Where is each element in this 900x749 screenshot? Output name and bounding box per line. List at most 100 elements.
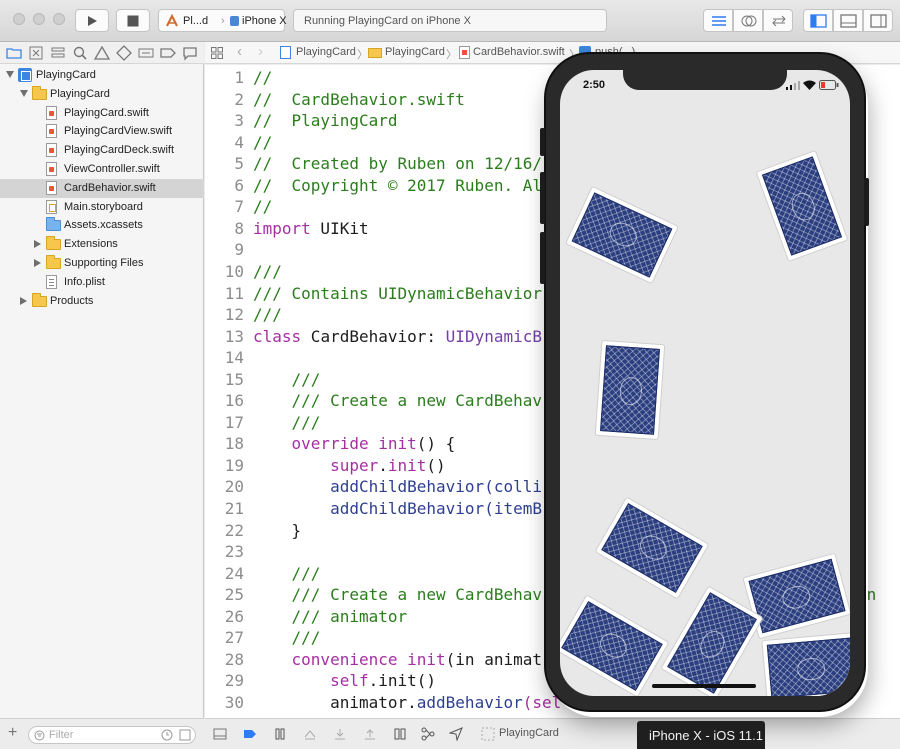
line-number: 14 [224,348,244,368]
playing-card[interactable] [594,339,666,441]
playing-card[interactable] [755,149,849,263]
debug-icon[interactable] [138,45,154,61]
warning-icon[interactable] [94,45,110,61]
navigator-item[interactable]: CardBehavior.swift [0,178,204,198]
navigator-item[interactable]: PlayingCardDeck.swift [0,141,204,160]
related-items-icon[interactable] [211,47,223,59]
navigator-item-label: PlayingCard [36,69,96,81]
search-icon[interactable] [72,45,88,61]
code-token: addBehavior [416,692,523,712]
forward-icon[interactable]: › [258,43,263,60]
close-window-button[interactable] [13,13,25,25]
line-number: 10 [224,261,244,281]
back-icon[interactable]: ‹ [237,43,242,60]
navigator-item[interactable]: PlayingCard [0,85,204,104]
playing-card[interactable] [564,185,680,285]
jump-crumb-group[interactable]: PlayingCard [385,46,445,58]
disclosure-open-icon[interactable] [6,71,14,78]
navigator-item[interactable]: PlayingCardView.swift [0,122,204,141]
toggle-navigator-button[interactable] [803,9,833,32]
line-number: 26 [224,606,244,626]
code-text: /// Create a new CardBehav [253,391,542,410]
scheme-selector[interactable]: Pl...d › iPhone X [158,9,287,32]
jump-crumb-file[interactable]: CardBehavior.swift [473,46,565,58]
folder-icon[interactable] [6,45,22,61]
playing-card[interactable] [594,496,710,600]
step-into-icon[interactable] [333,727,347,741]
navigator-item[interactable]: PlayingCard [0,66,204,85]
symbol-icon[interactable] [50,45,66,61]
code-token: self [253,671,369,691]
navigator-item[interactable]: Assets.xcassets [0,216,204,235]
line-number: 9 [234,240,244,260]
navigator-item[interactable]: Info.plist [0,273,204,292]
disclosure-closed-icon[interactable] [34,259,41,267]
code-text: // [253,197,272,216]
simulator-device-label: iPhone X - iOS 11.1 [637,721,765,749]
breakpoint-icon[interactable] [160,45,176,61]
report-icon[interactable] [182,45,198,61]
code-token: // [253,197,273,217]
code-text: /// [253,262,282,281]
filter-scope-icon[interactable] [179,729,191,741]
navigator-item[interactable]: ViewController.swift [0,160,204,179]
line-number: 24 [224,563,244,583]
line-number: 7 [234,197,244,217]
arrows-icon [772,15,786,27]
swift-file-icon [46,105,57,120]
recent-files-icon[interactable] [161,729,173,741]
run-button[interactable] [75,9,109,32]
home-indicator[interactable] [652,684,756,688]
code-text: /// [253,305,282,324]
toggle-debug-area-button[interactable] [833,9,863,32]
line-number: 8 [234,218,244,238]
view-hierarchy-icon[interactable] [393,727,407,741]
step-over-icon[interactable] [303,727,317,741]
toggle-inspector-button[interactable] [863,9,893,32]
disclosure-closed-icon[interactable] [20,296,27,305]
standard-editor-button[interactable] [703,9,733,32]
breakpoint-toggle-icon[interactable] [243,727,257,741]
hide-debug-area-icon[interactable] [213,727,227,741]
test-icon[interactable] [116,45,132,61]
memory-graph-icon[interactable] [421,727,435,741]
code-token: /// [253,412,321,432]
navigator-item-label: PlayingCardDeck.swift [64,144,175,157]
navigator-item[interactable]: Main.storyboard [0,198,204,217]
disclosure-open-icon[interactable] [20,89,28,97]
playing-card[interactable] [761,631,850,696]
playing-card[interactable] [560,594,670,696]
code-token: } [253,520,302,540]
navigator-item[interactable]: Extensions [0,235,204,254]
right-panel-icon [870,14,887,28]
code-token: super [253,455,379,475]
activity-status: Running PlayingCard on iPhone X [293,9,607,32]
code-token: () [426,455,446,475]
side-button [864,178,869,226]
disclosure-closed-icon[interactable] [34,240,41,249]
navigator-item[interactable]: PlayingCard.swift [0,104,204,123]
activity-status-text: Running PlayingCard on iPhone X [304,15,471,27]
chevron-right-icon: › [221,15,225,27]
navigator-item[interactable]: Supporting Files [0,254,204,273]
folder-icon [46,255,61,269]
source-control-icon[interactable] [28,45,44,61]
location-icon[interactable] [449,727,463,741]
code-text: // [253,133,272,152]
folder-icon [32,85,47,100]
code-token: // Created by Ruben on 12/16/ [253,154,542,174]
jump-crumb-project[interactable]: PlayingCard [296,46,356,58]
version-editor-button[interactable] [763,9,793,32]
zoom-window-button[interactable] [53,13,65,25]
add-icon[interactable]: + [8,724,17,742]
stop-button[interactable] [116,9,150,32]
navigator-filter-input[interactable]: Filter [28,726,196,744]
assistant-editor-button[interactable] [733,9,763,32]
app-target-icon [481,727,495,741]
step-out-icon[interactable] [363,727,377,741]
pause-icon[interactable] [273,727,287,741]
code-token: (itemB [484,499,542,518]
navigator-item[interactable]: Products [0,292,204,311]
minimize-window-button[interactable] [33,13,45,25]
simulator-screen[interactable]: 2:50 [560,70,850,696]
